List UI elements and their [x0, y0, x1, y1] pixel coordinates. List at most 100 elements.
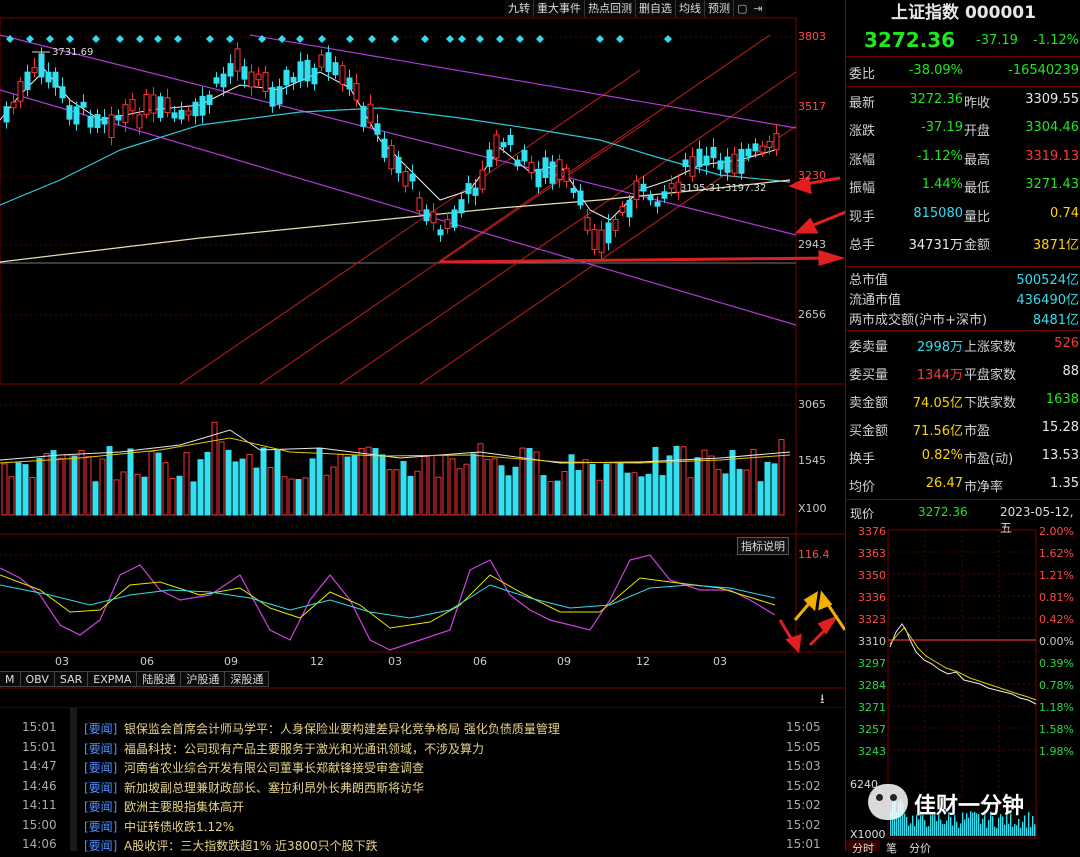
volume-bar: [253, 467, 260, 516]
tab-fenjia[interactable]: 分价: [903, 840, 937, 855]
main-chart-area[interactable]: 3731.69 3195.31-3197.32: [0, 0, 845, 708]
signal-diamond: [476, 35, 484, 43]
signal-diamond: [421, 35, 429, 43]
volume-bar: [246, 453, 253, 516]
volume-bar: [694, 457, 701, 516]
quote-row: 涨幅 -1.12% 最高 3319.13: [846, 144, 1080, 171]
candle-body: [591, 228, 598, 250]
news-title[interactable]: A股收评：三大指数跌超1% 近3800只个股下跌: [124, 837, 378, 854]
volume-bar: [428, 454, 435, 516]
news-title[interactable]: 河南省农业综合开发有限公司董事长郑献锋接受审查调查: [124, 759, 424, 776]
pin-icon[interactable]: ⇥: [750, 0, 765, 17]
current-price: 3272.36: [864, 28, 956, 52]
volume-bar: [778, 439, 785, 516]
toolbar-ma[interactable]: 均线: [676, 0, 705, 17]
candle-body: [129, 99, 136, 112]
volume-bar: [323, 474, 330, 516]
toolbar-remove-watchlist[interactable]: 删自选: [636, 0, 676, 17]
intraday-volume-bar: [994, 826, 996, 836]
news-title[interactable]: 银保监会首席会计师马学平：人身保险业要构建差异化竞争格局 强化负债质量管理: [124, 720, 560, 737]
news-item[interactable]: 14:06 [要闻] A股收评：三大指数跌超1% 近3800只个股下跌 15:01: [0, 837, 845, 857]
quote-label: 均价: [849, 480, 876, 495]
news-item[interactable]: 15:00 [要闻] 中证转债收跌1.12% 15:02: [0, 818, 845, 838]
candle-body: [696, 148, 703, 168]
intraday-volume-bar: [944, 823, 946, 836]
news-time-2: 15:05: [786, 739, 821, 754]
intraday-volume-bar: [956, 821, 958, 836]
tab-lugutong[interactable]: 陆股通: [137, 671, 182, 687]
ytick-3517: 3517: [798, 100, 826, 113]
volume-bar: [708, 455, 715, 516]
tab-bi[interactable]: 笔: [880, 840, 903, 855]
quote-value-2: 3304.46: [1025, 120, 1079, 135]
top-toolbar: 九转 重大事件 热点回测 删自选 均线 预测 ▢ ⇥: [505, 0, 766, 18]
quote-value-2: 13.53: [1041, 448, 1079, 463]
candle-body: [192, 101, 199, 117]
tab-hugutong[interactable]: 沪股通: [181, 671, 226, 687]
volume-bar: [113, 479, 120, 516]
candle-body: [570, 187, 577, 193]
price-change: -37.19: [976, 33, 1018, 48]
news-title[interactable]: 福晶科技：公司现有产品主要服务于激光和光通讯领域，不涉及算力: [124, 740, 484, 757]
tab-fenshi[interactable]: 分时: [846, 840, 880, 855]
intraday-pct-tick: 1.58%: [1039, 723, 1074, 736]
volume-bar: [176, 475, 183, 516]
candle-body: [682, 159, 689, 168]
intraday-volume-bar: [1012, 826, 1014, 836]
candle-body: [115, 115, 122, 121]
toolbar-major-events[interactable]: 重大事件: [534, 0, 585, 17]
quote-value-2: 15.28: [1041, 420, 1079, 435]
signal-diamond: [536, 35, 544, 43]
tab-m[interactable]: M: [0, 671, 21, 687]
intraday-volume-bar: [946, 820, 948, 836]
indicator-help-button[interactable]: 指标说明: [737, 537, 789, 555]
news-title[interactable]: 新加坡副总理兼财政部长、塞拉利昂外长弗朗西斯将访华: [124, 779, 424, 796]
volume-bars: [1, 421, 785, 516]
toolbar-forecast[interactable]: 预测: [705, 0, 734, 17]
quote-value: 26.47: [925, 476, 963, 491]
toolbar-jiuzhuan[interactable]: 九转: [505, 0, 534, 17]
intraday-volume-bar: [1030, 827, 1032, 836]
news-title[interactable]: 中证转债收跌1.12%: [124, 818, 234, 835]
news-time: 15:01: [22, 720, 57, 734]
volume-bar: [225, 449, 232, 516]
news-item[interactable]: 15:01 [要闻] 福晶科技：公司现有产品主要服务于激光和光通讯领域，不涉及算力 1…: [0, 740, 845, 760]
candle-body: [619, 206, 626, 213]
quote-row: 最新 3272.36 昨收 3309.55: [846, 87, 1080, 114]
ind-ytick: 116.4: [798, 548, 830, 561]
lock-icon[interactable]: ▢: [734, 0, 750, 17]
intraday-volume-bar: [1028, 812, 1030, 836]
volume-bar: [547, 480, 554, 516]
signal-diamond: [154, 35, 162, 43]
candle-body: [367, 103, 374, 124]
news-title[interactable]: 欧洲主要股指集体高开: [124, 798, 244, 815]
news-item[interactable]: 14:11 [要闻] 欧洲主要股指集体高开 15:02: [0, 798, 845, 818]
candle-body: [45, 71, 52, 83]
candle-body: [738, 148, 745, 174]
news-item[interactable]: 14:47 [要闻] 河南省农业综合开发有限公司董事长郑献锋接受审查调查 15:03: [0, 759, 845, 779]
news-item[interactable]: 15:01 [要闻] 银保监会首席会计师马学平：人身保险业要构建差异化竞争格局 强化…: [0, 720, 845, 740]
watermark-text: 佳财一分钟: [914, 794, 1025, 819]
quote-row: 换手 0.82% 市盈(动) 13.53: [846, 443, 1080, 470]
volume-bar: [344, 456, 351, 516]
candle-body: [388, 145, 395, 170]
news-tag: [要闻]: [84, 741, 118, 756]
volume-bar: [29, 477, 36, 516]
news-item[interactable]: 14:46 [要闻] 新加坡副总理兼财政部长、塞拉利昂外长弗朗西斯将访华 15:02: [0, 779, 845, 799]
tab-obv[interactable]: OBV: [20, 671, 55, 687]
volume-bar: [533, 451, 540, 516]
toolbar-hotspot-backtest[interactable]: 热点回测: [585, 0, 636, 17]
intraday-volume-bar: [998, 817, 1000, 836]
tab-sar[interactable]: SAR: [54, 671, 89, 687]
volume-bar: [204, 451, 211, 516]
candle-body: [381, 138, 388, 158]
quote-label-2: 金额: [964, 238, 991, 253]
news-time: 15:01: [22, 739, 57, 754]
quote-label: 买金额: [849, 424, 889, 439]
intraday-volume-bar: [910, 823, 912, 836]
quote-value: -38.09%: [908, 63, 963, 78]
tab-expma[interactable]: EXPMA: [88, 671, 138, 687]
candle-body: [430, 211, 437, 224]
volume-bar: [99, 458, 106, 516]
tab-shengutong[interactable]: 深股通: [225, 671, 270, 687]
